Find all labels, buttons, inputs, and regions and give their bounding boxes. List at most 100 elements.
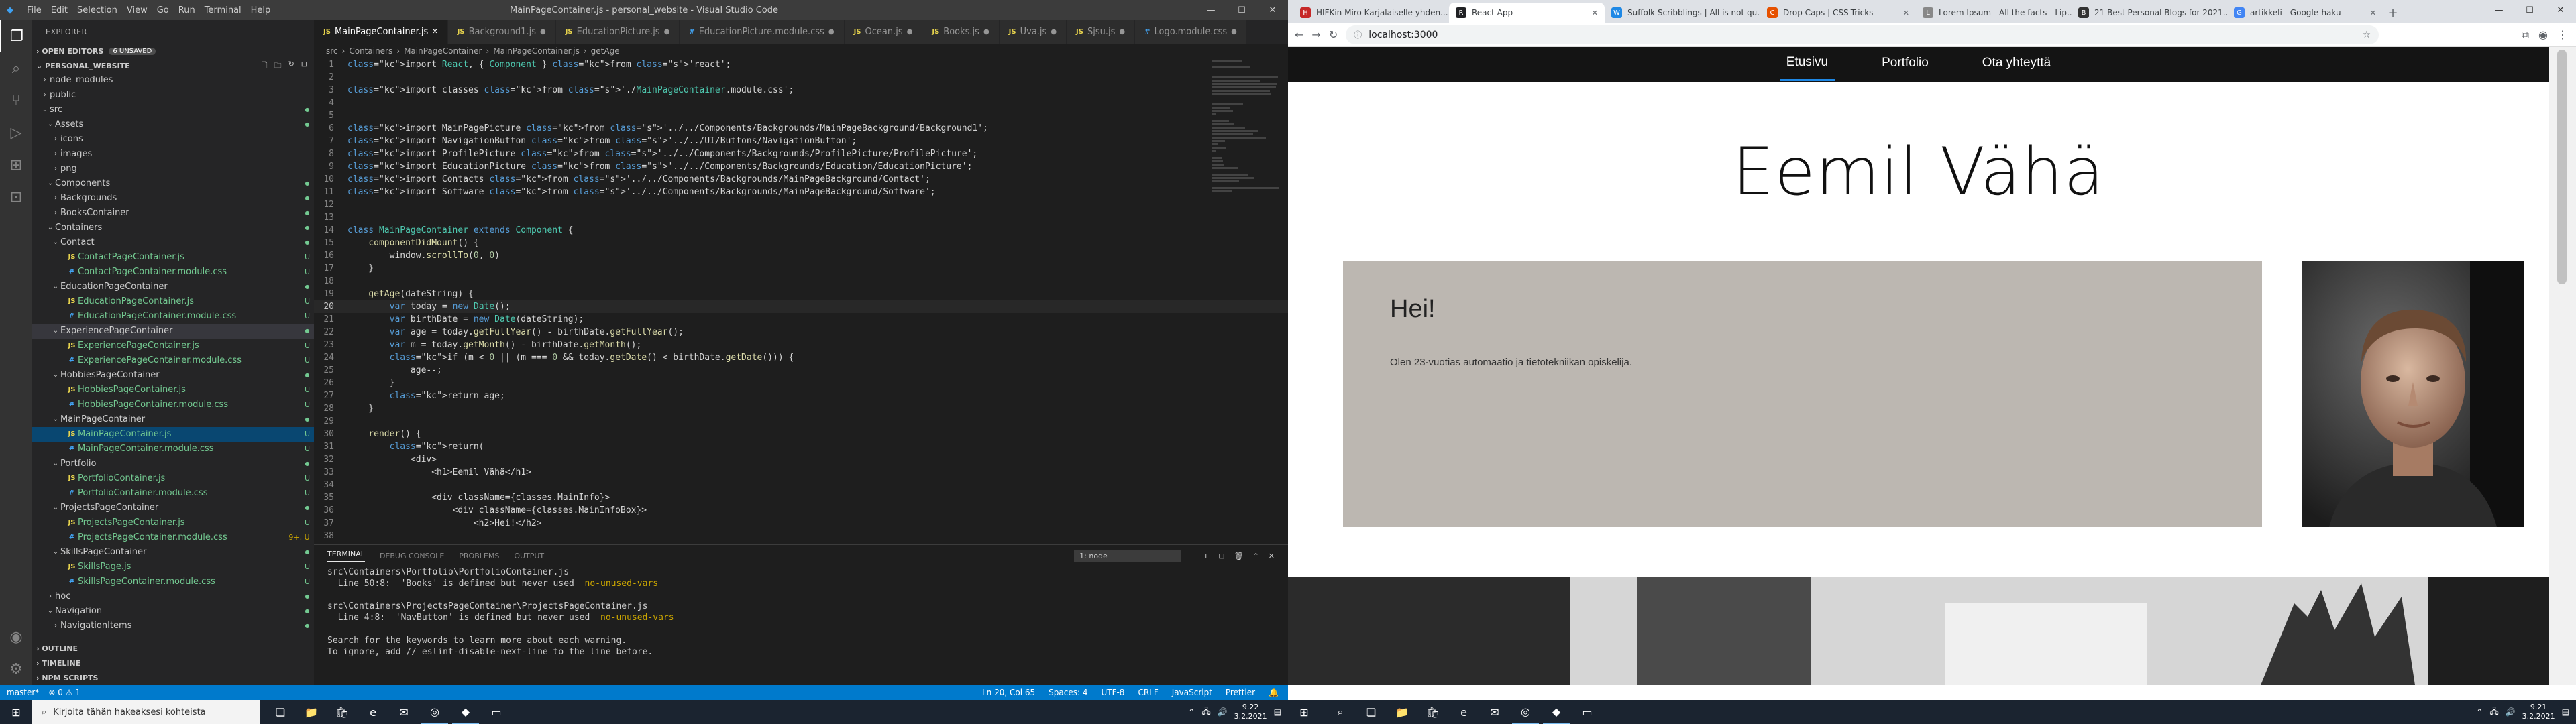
tree-item[interactable]: JS MainPageContainer.js U	[32, 427, 314, 442]
tree-item[interactable]: JS SkillsPage.js U	[32, 560, 314, 575]
breadcrumb-item[interactable]: MainPageContainer	[404, 46, 482, 56]
clock[interactable]: 9.22 3.2.2021	[1234, 703, 1267, 721]
chrome-icon[interactable]: ◎	[1512, 700, 1539, 724]
editor-tab[interactable]: JS EducationPicture.js ●	[555, 20, 680, 44]
tree-item[interactable]: JS EducationPageContainer.js U	[32, 294, 314, 309]
search-icon[interactable]: ⌕	[1327, 700, 1354, 724]
close-icon[interactable]: ✕	[432, 28, 437, 36]
breadcrumb-item[interactable]: MainPageContainer.js	[493, 46, 580, 56]
close-icon[interactable]: ✕	[1269, 552, 1275, 560]
windows-start-icon[interactable]: ⊞	[1288, 706, 1320, 719]
scrollbar-thumb[interactable]	[2557, 50, 2567, 284]
tree-item[interactable]: › icons	[32, 132, 314, 147]
store-icon[interactable]: 🛍	[329, 700, 356, 724]
refresh-icon[interactable]: ↻	[288, 60, 294, 72]
tree-item[interactable]: ⌄ Assets ●	[32, 117, 314, 132]
forward-icon[interactable]: →	[1311, 28, 1320, 41]
minimize-icon[interactable]: —	[1195, 0, 1226, 20]
tree-item[interactable]: ⌄ ExperiencePageContainer ●	[32, 324, 314, 339]
status-item[interactable]: master*	[7, 688, 39, 697]
tree-item[interactable]: ⌄ SkillsPageContainer ●	[32, 545, 314, 560]
tree-item[interactable]: ⌄ MainPageContainer ●	[32, 412, 314, 427]
maximize-icon[interactable]: ☐	[1226, 0, 1257, 20]
new-file-icon[interactable]: 🗋	[262, 60, 268, 72]
unsaved-dot-icon[interactable]: ●	[1051, 28, 1057, 36]
edge-icon[interactable]: e	[1450, 700, 1477, 724]
mail-icon[interactable]: ✉	[1481, 700, 1508, 724]
tree-item[interactable]: ⌄ src ●	[32, 103, 314, 117]
menu-item-terminal[interactable]: Terminal	[205, 5, 241, 15]
source-control-icon[interactable]: ⑂	[0, 84, 32, 117]
menu-icon[interactable]: ⋮	[2557, 28, 2568, 42]
file-explorer-icon[interactable]: 📁	[1389, 700, 1415, 724]
project-section[interactable]: ⌄ PERSONAL_WEBSITE 🗋 🗀 ↻ ⊟	[32, 58, 314, 73]
tree-item[interactable]: # PortfolioContainer.module.css U	[32, 486, 314, 501]
editor-tab[interactable]: JS Books.js ●	[922, 20, 1000, 44]
minimap[interactable]	[1212, 58, 1279, 273]
browser-tab[interactable]: LLorem Ipsum - All the facts - Lip...✕	[1916, 3, 2072, 23]
tree-item[interactable]: › hoc ●	[32, 589, 314, 604]
tree-item[interactable]: ⌄ EducationPageContainer ●	[32, 280, 314, 294]
editor-tab[interactable]: JS Uva.js ●	[999, 20, 1067, 44]
split-icon[interactable]: ⊟	[1218, 552, 1224, 560]
open-editors-section[interactable]: › OPEN EDITORS 6 UNSAVED	[32, 44, 314, 58]
tree-item[interactable]: › NavigationItems ●	[32, 619, 314, 634]
breadcrumb-item[interactable]: Containers	[349, 46, 392, 56]
unsaved-dot-icon[interactable]: ●	[664, 28, 670, 36]
explorer-icon[interactable]: ❐	[0, 20, 32, 52]
chrome-icon[interactable]: ◎	[421, 700, 448, 724]
terminal-icon[interactable]: ▭	[483, 700, 510, 724]
timeline-section[interactable]: › TIMELINE	[32, 656, 314, 670]
status-item[interactable]: Prettier	[1226, 688, 1255, 697]
editor-tab[interactable]: # Logo.module.css ●	[1135, 20, 1247, 44]
breadcrumb-item[interactable]: getAge	[591, 46, 620, 56]
address-bar[interactable]: ⓘ localhost:3000 ☆	[1346, 25, 2379, 44]
close-icon[interactable]: ✕	[1257, 0, 1288, 20]
terminal-output[interactable]: src\Containers\Portfolio\PortfolioContai…	[314, 566, 1288, 669]
tree-item[interactable]: # ExperiencePageContainer.module.css U	[32, 353, 314, 368]
breadcrumb-item[interactable]: src	[326, 46, 338, 56]
windows-start-icon[interactable]: ⊞	[0, 706, 32, 719]
browser-tab[interactable]: B21 Best Personal Blogs for 2021...✕	[2072, 3, 2227, 23]
browser-tab[interactable]: HHIFKin Miro Karjalaiselle yhden...✕	[1293, 3, 1449, 23]
menu-item-edit[interactable]: Edit	[51, 5, 68, 15]
editor-tab[interactable]: # EducationPicture.module.css ●	[680, 20, 845, 44]
volume-icon[interactable]: 🔊	[2506, 707, 2516, 717]
tree-item[interactable]: JS ContactPageContainer.js U	[32, 250, 314, 265]
info-icon[interactable]: ⓘ	[1354, 29, 1362, 40]
tree-item[interactable]: # MainPageContainer.module.css U	[32, 442, 314, 457]
vscode-taskbar-icon[interactable]: ◆	[452, 700, 479, 724]
run-debug-icon[interactable]: ▷	[0, 117, 32, 149]
extensions-icon[interactable]: ⧉	[2522, 28, 2529, 42]
unsaved-dot-icon[interactable]: ●	[540, 28, 546, 36]
bookmark-star-icon[interactable]: ☆	[2363, 29, 2371, 40]
tree-item[interactable]: ⌄ Contact ●	[32, 235, 314, 250]
browser-tab[interactable]: Gartikkeli - Google-haku ✕	[2227, 3, 2383, 23]
task-view-icon[interactable]: ❏	[1358, 700, 1385, 724]
tree-item[interactable]: ⌄ Containers ●	[32, 221, 314, 235]
outline-section[interactable]: › OUTLINE	[32, 641, 314, 656]
browser-tab[interactable]: R React App ✕	[1449, 3, 1605, 23]
tree-item[interactable]: # EducationPageContainer.module.css U	[32, 309, 314, 324]
chevron-up-icon[interactable]: ⌃	[1253, 552, 1259, 560]
tree-item[interactable]: JS ExperiencePageContainer.js U	[32, 339, 314, 353]
plus-icon[interactable]: +	[1203, 552, 1209, 560]
editor-tab[interactable]: JS MainPageContainer.js ✕	[314, 20, 448, 44]
status-item[interactable]: CRLF	[1138, 688, 1158, 697]
tree-item[interactable]: ⌄ ProjectsPageContainer ●	[32, 501, 314, 516]
collapse-all-icon[interactable]: ⊟	[301, 60, 307, 72]
minimize-icon[interactable]: —	[2483, 0, 2514, 20]
menu-item-file[interactable]: File	[27, 5, 42, 15]
close-icon[interactable]: ✕	[2370, 9, 2376, 17]
tree-item[interactable]: › Backgrounds ●	[32, 191, 314, 206]
unsaved-dot-icon[interactable]: ●	[907, 28, 913, 36]
bell-icon[interactable]: 🔔	[1269, 688, 1279, 697]
settings-gear-icon[interactable]: ⚙	[0, 653, 32, 685]
close-icon[interactable]: ✕	[2545, 0, 2576, 20]
nav-link-2[interactable]: Ota yhteyttä	[1976, 49, 2057, 80]
tree-item[interactable]: JS ProjectsPageContainer.js U	[32, 516, 314, 530]
terminal-icon[interactable]: ▭	[1574, 700, 1601, 724]
unsaved-dot-icon[interactable]: ●	[983, 28, 989, 36]
tree-item[interactable]: ⌄ Portfolio ●	[32, 457, 314, 471]
nav-link-1[interactable]: Portfolio	[1875, 49, 1935, 80]
